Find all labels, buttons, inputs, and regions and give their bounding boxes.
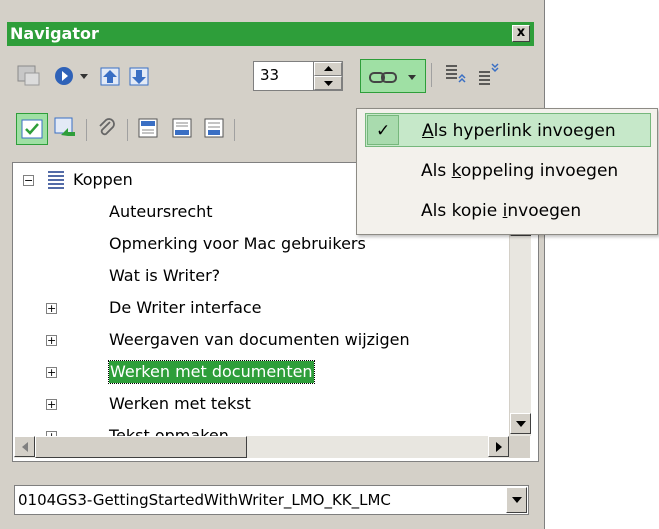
document-select-value: 0104GS3-GettingStartedWithWriter_LMO_KK_… (18, 491, 391, 509)
tree-item-label: Werken met tekst (109, 394, 251, 413)
menu-item-insert-as-link[interactable]: Als koppeling invoegen (365, 154, 651, 188)
footer-button[interactable] (167, 114, 197, 142)
expand-icon[interactable]: + (46, 335, 57, 346)
page-number-value[interactable]: 33 (260, 66, 279, 84)
page-number-spinner[interactable]: 33 (253, 61, 343, 91)
document-select-button[interactable] (506, 487, 527, 513)
up-arrow-icon (323, 66, 333, 71)
tree-item-label: Auteursrecht (109, 202, 213, 221)
drag-mode-menu: ✓ Als hyperlink invoegen Als koppeling i… (356, 108, 658, 235)
spinner-arrows (313, 62, 342, 90)
content-view-icon (21, 119, 43, 139)
dropdown-arrow-icon (80, 74, 88, 79)
header-button[interactable] (133, 114, 163, 142)
down-arrow-icon (515, 420, 526, 427)
set-reminder-button[interactable] (51, 114, 81, 142)
expand-icon[interactable]: + (46, 303, 57, 314)
paperclip-icon (99, 118, 115, 136)
tree-item-label: Wat is Writer? (109, 266, 221, 285)
right-arrow-icon (495, 441, 502, 452)
expand-icon[interactable]: + (46, 367, 57, 378)
drag-mode-button[interactable] (360, 59, 426, 93)
footer-icon (172, 118, 192, 138)
next-button[interactable] (125, 62, 155, 90)
attach-button[interactable] (92, 114, 122, 142)
next-icon (129, 67, 149, 86)
scroll-thumb[interactable] (35, 436, 247, 458)
scroll-down-button[interactable] (510, 413, 531, 434)
menu-item-insert-as-copy[interactable]: Als kopie invoegen (365, 194, 651, 228)
dropdown-arrow-icon (408, 75, 416, 80)
tree-item-label: De Writer interface (109, 298, 262, 317)
scroll-left-button[interactable] (14, 436, 35, 457)
previous-button[interactable] (96, 62, 126, 90)
previous-icon (100, 67, 120, 86)
anchor-button[interactable] (199, 114, 229, 142)
down-arrow-icon (323, 81, 333, 86)
toggle-button[interactable] (14, 62, 44, 90)
toolbar-separator (127, 119, 128, 141)
content-view-button[interactable] (16, 113, 48, 145)
menu-item-label: Als koppeling invoegen (421, 161, 619, 181)
toolbar-separator (431, 63, 432, 87)
navigation-dropdown[interactable] (74, 62, 94, 90)
promote-level-button[interactable] (441, 60, 471, 88)
headings-down-icon (479, 63, 499, 85)
anchor-icon (204, 118, 224, 138)
chevron-down-icon (511, 497, 522, 503)
expand-icon[interactable]: + (46, 399, 57, 410)
tree-item-label: Opmerking voor Mac gebruikers (109, 234, 366, 253)
toolbar-separator (234, 119, 235, 141)
horizontal-scrollbar[interactable] (14, 436, 509, 458)
headings-up-icon (446, 65, 466, 83)
toggle-icon (17, 65, 40, 86)
scrollbar-corner (509, 436, 530, 458)
headings-list-icon (48, 171, 64, 189)
menu-item-insert-as-hyperlink[interactable]: ✓ Als hyperlink invoegen (365, 113, 651, 147)
close-button[interactable]: x (512, 25, 530, 42)
navigator-window: Navigator x 33 − Koppen Auteursrecht Opm… (0, 0, 545, 529)
header-icon (138, 118, 158, 138)
spin-down-button[interactable] (314, 76, 342, 90)
navigation-icon (55, 67, 73, 85)
left-arrow-icon (21, 441, 28, 452)
menu-item-label: Als kopie invoegen (421, 201, 582, 221)
link-chain-icon (369, 72, 397, 83)
demote-level-button[interactable] (474, 60, 504, 88)
menu-item-label: Als hyperlink invoegen (422, 121, 616, 141)
title-bar: Navigator x (7, 22, 534, 46)
toolbar-separator (86, 119, 87, 141)
collapse-icon[interactable]: − (23, 175, 34, 186)
tree-item-label: Werken met documenten (108, 360, 315, 384)
checkmark-icon: ✓ (376, 121, 391, 141)
tree-item-label: Weergaven van documenten wijzigen (109, 330, 410, 349)
tree-item-label: Koppen (73, 170, 133, 189)
window-title: Navigator (10, 24, 99, 43)
scroll-right-button[interactable] (488, 436, 509, 457)
set-reminder-icon (54, 117, 75, 136)
spin-up-button[interactable] (314, 62, 342, 76)
document-select[interactable]: 0104GS3-GettingStartedWithWriter_LMO_KK_… (14, 485, 529, 515)
